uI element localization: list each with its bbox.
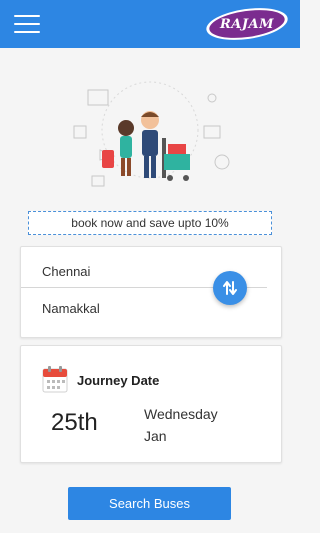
swap-cities-button[interactable] bbox=[213, 271, 247, 305]
journey-date-title: Journey Date bbox=[77, 373, 160, 388]
hamburger-menu-icon[interactable] bbox=[14, 14, 40, 34]
route-card: Chennai Namakkal bbox=[20, 246, 282, 338]
journey-weekday: Wednesday bbox=[144, 406, 218, 422]
search-buses-button[interactable]: Search Buses bbox=[68, 487, 231, 520]
brand-logo: RAJAM bbox=[204, 6, 290, 42]
calendar-icon bbox=[42, 366, 68, 393]
to-city[interactable]: Namakkal bbox=[42, 301, 100, 316]
app-bar: RAJAM bbox=[0, 0, 300, 48]
promo-banner[interactable]: book now and save upto 10% bbox=[28, 211, 272, 235]
journey-month: Jan bbox=[144, 428, 167, 444]
travel-illustration bbox=[73, 81, 230, 187]
journey-day: 25th bbox=[51, 409, 98, 436]
logo-text: RAJAM bbox=[219, 16, 275, 32]
journey-date-card[interactable]: Journey Date 25th Wednesday Jan bbox=[20, 345, 282, 463]
from-city[interactable]: Chennai bbox=[42, 264, 90, 279]
swap-vertical-icon bbox=[223, 281, 237, 295]
